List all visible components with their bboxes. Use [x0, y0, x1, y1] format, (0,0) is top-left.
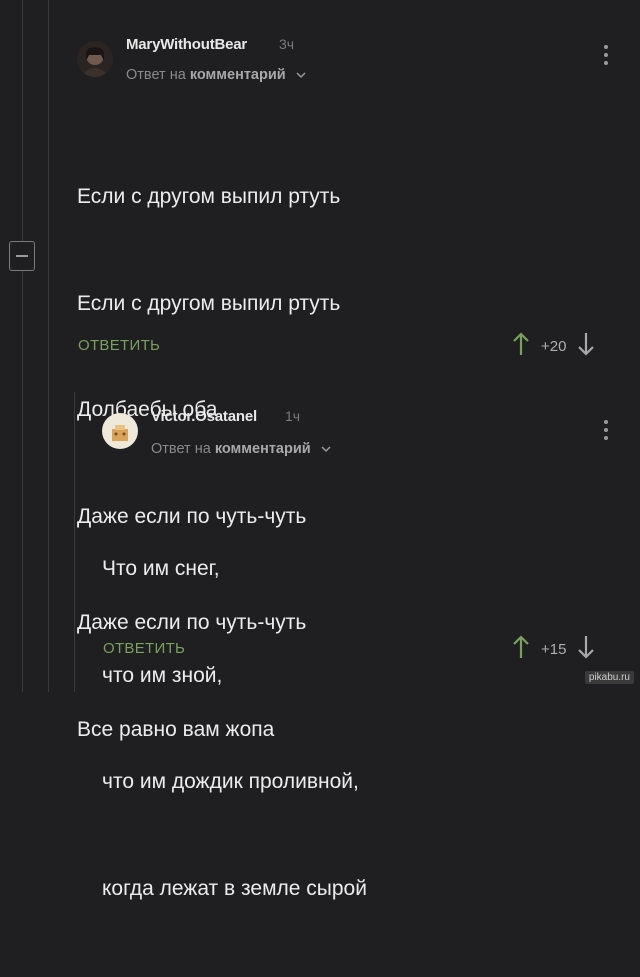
upvote-arrow-icon[interactable]: [513, 332, 529, 361]
site-watermark: pikabu.ru: [584, 671, 634, 684]
avatar[interactable]: [77, 41, 113, 77]
downvote-arrow-icon[interactable]: [578, 332, 595, 361]
upvote-arrow-icon[interactable]: [513, 635, 529, 664]
more-options-icon[interactable]: [604, 420, 610, 444]
thread-line-1: [48, 0, 49, 692]
timestamp: 3ч: [279, 36, 295, 52]
collapse-thread-button[interactable]: [9, 241, 35, 271]
comment-line: Если с другом выпил ртуть: [77, 291, 341, 315]
reply-target: комментарий: [189, 67, 286, 83]
chevron-down-icon: [321, 441, 331, 457]
score: +20: [541, 338, 567, 355]
timestamp: 1ч: [285, 408, 301, 424]
chevron-down-icon: [296, 67, 306, 83]
comment-line: Если с другом выпил ртуть: [77, 185, 341, 208]
reply-target: комментарий: [214, 441, 311, 457]
thread-line-2: [74, 392, 75, 692]
vote-controls: +20: [513, 332, 595, 361]
thread-line-outer-left: [22, 0, 23, 241]
vote-controls: +15: [513, 635, 595, 664]
reply-prefix: Ответ на: [151, 441, 211, 457]
downvote-arrow-icon[interactable]: [578, 635, 595, 664]
username[interactable]: MaryWithoutBear: [126, 36, 247, 53]
reply-button[interactable]: ОТВЕТИТЬ: [78, 337, 160, 354]
more-options-icon[interactable]: [604, 45, 610, 69]
reply-to-link[interactable]: Ответ на комментарий: [151, 441, 331, 457]
username[interactable]: Victor.Osatanel: [151, 408, 257, 425]
comment-line: что им дождик проливной,: [102, 770, 359, 793]
score: +15: [541, 641, 567, 658]
reply-prefix: Ответ на: [126, 67, 186, 83]
thread-line-outer-left-lower: [22, 271, 23, 692]
reply-button[interactable]: ОТВЕТИТЬ: [103, 640, 185, 657]
comment-line: когда лежат в земле сырой: [102, 876, 367, 900]
reply-to-link[interactable]: Ответ на комментарий: [126, 67, 306, 83]
avatar[interactable]: [102, 413, 138, 449]
comment-line: что им зной,: [102, 663, 223, 687]
minus-icon: [16, 255, 28, 257]
comment-line: Что им снег,: [102, 557, 220, 580]
comment-text: Что им снег, что им зной, что им дождик …: [102, 480, 367, 977]
